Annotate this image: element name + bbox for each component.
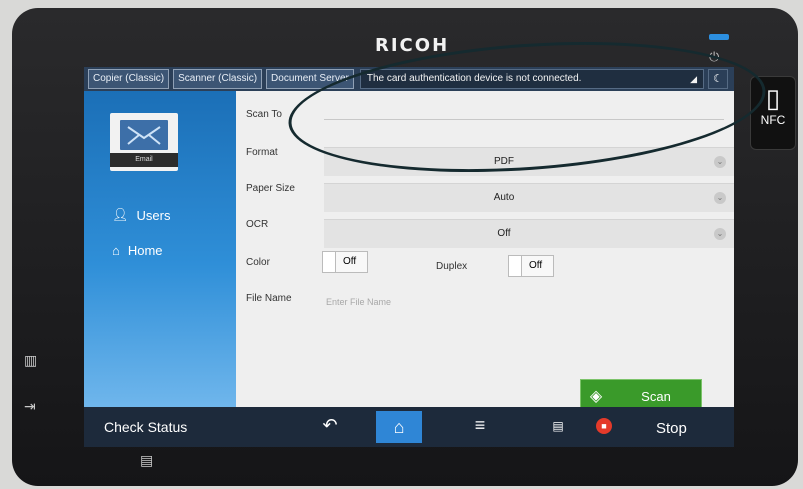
start-diamond-icon: ◈: [589, 388, 603, 405]
job-list-icon[interactable]: ▤: [542, 419, 574, 433]
paper-size-label: Paper Size: [246, 183, 295, 194]
duplex-toggle[interactable]: Off: [508, 255, 554, 277]
toggle-knob: [323, 252, 336, 272]
ocr-label: OCR: [246, 219, 269, 230]
file-name-input[interactable]: [324, 293, 688, 311]
nfc-reader: ▯ NFC: [750, 76, 796, 150]
users-link[interactable]: 👤︎ Users: [112, 207, 170, 223]
tab-scanner-classic[interactable]: Scanner (Classic): [173, 69, 263, 89]
duplex-toggle-value: Off: [529, 260, 543, 271]
format-label: Format: [246, 147, 278, 158]
envelope-icon: [120, 120, 168, 150]
touch-screen: Copier (Classic) Scanner (Classic) Docum…: [84, 67, 734, 447]
home-link[interactable]: ⌂ Home: [112, 243, 163, 258]
brand-logo: RICOH: [375, 35, 450, 56]
chevron-down-icon: ⌄: [714, 192, 726, 204]
home-label: Home: [127, 243, 163, 258]
chevron-down-icon: ⌄: [714, 228, 726, 240]
logout-key-icon[interactable]: ▤: [140, 452, 153, 469]
scan-to-field[interactable]: [324, 119, 724, 120]
function-tabs: Copier (Classic) Scanner (Classic) Docum…: [84, 67, 734, 91]
sidebar: Email 👤︎ Users ⌂ Home: [84, 91, 236, 407]
duplex-label: Duplex: [436, 261, 468, 272]
home-icon: ⌂: [112, 243, 120, 258]
status-message-bar[interactable]: The card authentication device is not co…: [359, 69, 704, 89]
home-icon: ⌂: [393, 417, 405, 437]
tab-copier-classic[interactable]: Copier (Classic): [88, 69, 170, 89]
paper-size-select[interactable]: Auto ⌄: [324, 183, 734, 212]
back-icon[interactable]: ↶: [314, 415, 346, 436]
menu-icon[interactable]: ≡: [464, 415, 496, 436]
scan-button-label: Scan: [641, 388, 671, 404]
color-toggle-value: Off: [343, 256, 357, 267]
scan-settings-form: Scan To Format PDF ⌄ Paper Size Auto ⌄ O…: [236, 91, 734, 413]
printer-key-icon[interactable]: ▥: [24, 352, 37, 369]
bottom-bar: Check Status ↶ ⌂ ≡ ▤ ■ Stop: [84, 407, 734, 447]
color-label: Color: [246, 257, 270, 268]
email-destination-tile[interactable]: Email: [110, 113, 178, 171]
format-select[interactable]: PDF ⌄: [324, 147, 734, 176]
paper-size-value: Auto: [493, 192, 515, 203]
color-toggle[interactable]: Off: [322, 251, 368, 273]
nfc-icon: ▯: [765, 83, 781, 113]
nfc-label: NFC: [760, 113, 786, 127]
chevron-down-icon: ⌄: [714, 156, 726, 168]
users-label: Users: [136, 207, 171, 223]
check-status-button[interactable]: Check Status: [104, 419, 187, 435]
email-tile-label: Email: [110, 153, 178, 167]
energy-saver-icon[interactable]: ☾: [708, 69, 728, 89]
expand-icon[interactable]: ◢: [690, 70, 697, 88]
power-icon[interactable]: ⏻: [709, 49, 719, 65]
home-button[interactable]: ⌂: [376, 411, 422, 443]
login-key-icon[interactable]: ⇥: [24, 398, 36, 415]
tab-document-server[interactable]: Document Server: [266, 69, 354, 89]
ocr-select[interactable]: Off ⌄: [324, 219, 734, 248]
scan-to-label: Scan To: [246, 109, 282, 120]
status-message-text: The card authentication device is not co…: [366, 73, 582, 84]
stop-button[interactable]: Stop: [656, 420, 687, 437]
ocr-value: Off: [497, 228, 511, 239]
user-icon: 👤︎: [112, 207, 129, 222]
toggle-knob: [509, 256, 522, 276]
format-value: PDF: [494, 156, 514, 167]
power-indicator: [709, 34, 729, 40]
stop-icon[interactable]: ■: [596, 418, 612, 434]
file-name-label: File Name: [246, 293, 292, 304]
